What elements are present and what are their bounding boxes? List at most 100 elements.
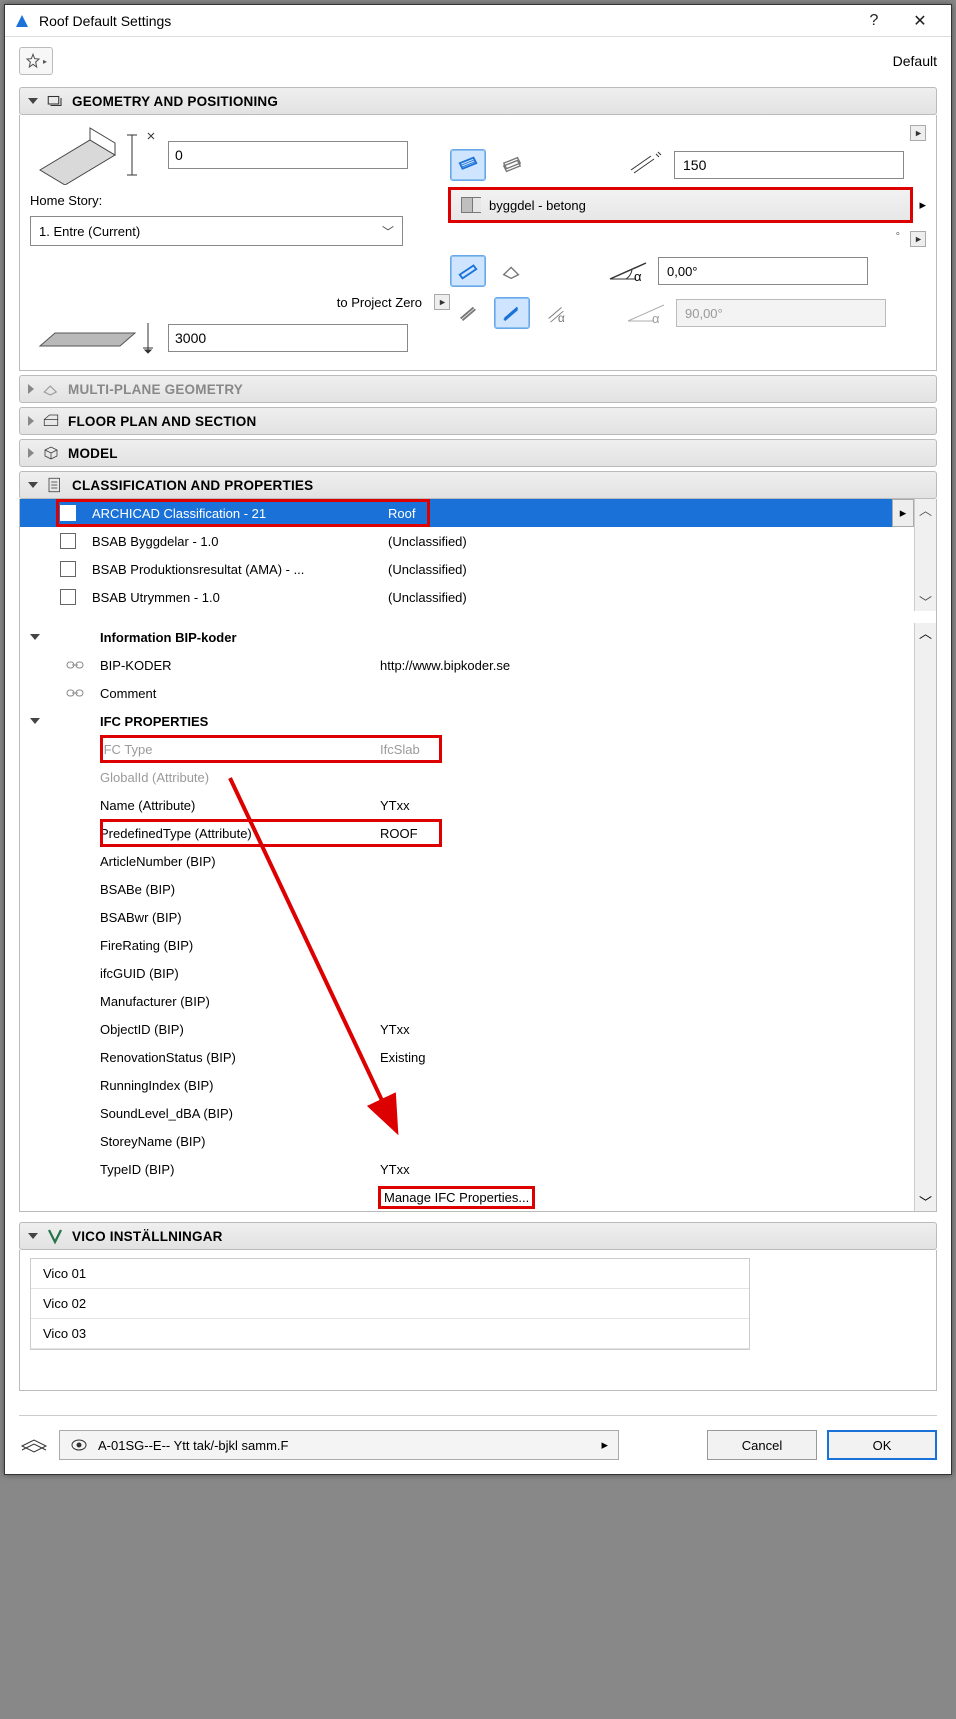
classification-name: BSAB Utrymmen - 1.0 [92, 590, 372, 605]
property-value: - [380, 1106, 912, 1121]
property-row[interactable]: ifcGUID (BIP) [20, 959, 912, 987]
material-label: byggdel - betong [489, 198, 586, 213]
info-group-header[interactable]: Information BIP-koder [20, 623, 912, 651]
checkbox[interactable] [60, 505, 76, 521]
property-row[interactable]: SoundLevel_dBA (BIP)- [20, 1099, 912, 1127]
classification-expand-button[interactable]: ▸ [892, 499, 914, 527]
section-title-vico: VICO INSTÄLLNINGAR [72, 1229, 223, 1244]
scrollbar[interactable]: ︿ ﹀ [914, 623, 936, 1211]
chevron-right-icon: ▸ [601, 1437, 608, 1453]
angle-flyout-button[interactable] [910, 231, 926, 247]
property-row[interactable]: Name (Attribute)YTxx [20, 791, 912, 819]
checkbox[interactable] [60, 561, 76, 577]
section-title-model: MODEL [68, 446, 118, 461]
property-label: TypeID (BIP) [100, 1162, 380, 1177]
chevron-right-icon: ▸ [919, 197, 926, 213]
surface-flyout-button[interactable] [910, 125, 926, 141]
chevron-right-icon [28, 384, 34, 394]
offset-input[interactable] [168, 141, 408, 169]
manage-ifc-row[interactable]: Manage IFC Properties... [20, 1183, 912, 1211]
classification-value: Roof [388, 506, 415, 521]
chevron-right-icon [28, 416, 34, 426]
vico-row[interactable]: Vico 03 [31, 1319, 749, 1349]
pitch-angle-icon: α [606, 257, 650, 285]
default-label: Default [893, 53, 937, 69]
section-header-classification[interactable]: CLASSIFICATION AND PROPERTIES [19, 471, 937, 499]
checkbox[interactable] [60, 533, 76, 549]
material-swatch-icon [461, 197, 481, 213]
cancel-button[interactable]: Cancel [707, 1430, 817, 1460]
property-row[interactable]: BSABe (BIP) [20, 875, 912, 903]
section-header-multiplane[interactable]: MULTI-PLANE GEOMETRY [19, 375, 937, 403]
layer-value: A-01SG--E-- Ytt tak/-bjkl samm.F [98, 1438, 288, 1453]
vico-row[interactable]: Vico 01 [31, 1259, 749, 1289]
property-row[interactable]: Manufacturer (BIP) [20, 987, 912, 1015]
multiplane-icon [42, 380, 60, 398]
pitch-angle-value: 0,00° [667, 264, 698, 279]
edge-custom-button[interactable]: α [538, 297, 574, 329]
checkbox[interactable] [60, 589, 76, 605]
edge-perp-button[interactable] [450, 297, 486, 329]
property-row[interactable]: StoreyName (BIP) [20, 1127, 912, 1155]
section-header-geometry[interactable]: GEOMETRY AND POSITIONING [19, 87, 937, 115]
ok-button[interactable]: OK [827, 1430, 937, 1460]
property-row[interactable]: GlobalId (Attribute) [20, 763, 912, 791]
property-value: YTxx [380, 798, 912, 813]
construction-composite-button[interactable] [494, 149, 530, 181]
property-row[interactable]: PredefinedType (Attribute)ROOF [20, 819, 912, 847]
property-row[interactable]: IFC TypeIfcSlab [20, 735, 912, 763]
property-row[interactable]: TypeID (BIP)YTxx [20, 1155, 912, 1183]
scrollbar[interactable]: ︿ ﹀ [914, 499, 936, 611]
classification-list: ARCHICAD Classification - 21Roof BSAB By… [20, 499, 936, 611]
home-story-select[interactable]: 1. Entre (Current) ﹀ [30, 216, 403, 246]
layer-select[interactable]: A-01SG--E-- Ytt tak/-bjkl samm.F ▸ [59, 1430, 619, 1460]
building-material-select[interactable]: byggdel - betong [450, 189, 911, 221]
reference-flyout-button[interactable] [434, 294, 450, 310]
app-icon [13, 12, 31, 30]
geometry-singleplane-button[interactable] [450, 255, 486, 287]
floorplan-icon [42, 412, 60, 430]
svg-text:α: α [558, 311, 565, 324]
vico-row[interactable]: Vico 02 [31, 1289, 749, 1319]
property-row[interactable]: FireRating (BIP) [20, 931, 912, 959]
properties-list: Information BIP-koder BIP-KODERhttp://ww… [20, 623, 936, 1211]
property-row[interactable]: BIP-KODERhttp://www.bipkoder.se [20, 651, 912, 679]
property-row[interactable]: RenovationStatus (BIP)Existing [20, 1043, 912, 1071]
footer: A-01SG--E-- Ytt tak/-bjkl samm.F ▸ Cance… [19, 1415, 937, 1460]
property-row[interactable]: ArticleNumber (BIP) [20, 847, 912, 875]
construction-basic-button[interactable] [450, 149, 486, 181]
ifc-group-header[interactable]: IFC PROPERTIES [20, 707, 912, 735]
property-value: ROOF [380, 826, 912, 841]
classification-name: BSAB Byggdelar - 1.0 [92, 534, 372, 549]
property-row[interactable]: RunningIndex (BIP) [20, 1071, 912, 1099]
property-label: SoundLevel_dBA (BIP) [100, 1106, 380, 1121]
classification-row[interactable]: BSAB Produktionsresultat (AMA) - ...(Unc… [20, 555, 936, 583]
classification-row[interactable]: ARCHICAD Classification - 21Roof [20, 499, 936, 527]
chevron-down-icon [28, 1233, 38, 1239]
thickness-input[interactable] [674, 151, 904, 179]
favorites-button[interactable]: ▸ [19, 47, 53, 75]
classification-row[interactable]: BSAB Byggdelar - 1.0(Unclassified) [20, 527, 936, 555]
help-button[interactable]: ? [851, 5, 897, 37]
window-title: Roof Default Settings [39, 13, 851, 29]
section-header-floorplan[interactable]: FLOOR PLAN AND SECTION [19, 407, 937, 435]
geometry-multiplane-button[interactable] [494, 255, 530, 287]
absolute-elevation-input[interactable] [168, 324, 408, 352]
property-row[interactable]: Comment [20, 679, 912, 707]
property-value: http://www.bipkoder.se [380, 658, 912, 673]
pitch-angle-input[interactable]: 0,00° [658, 257, 868, 285]
section-header-vico[interactable]: VICO INSTÄLLNINGAR [19, 1222, 937, 1250]
edge-angle-input: 90,00° [676, 299, 886, 327]
close-button[interactable]: ✕ [897, 5, 943, 37]
scroll-up-icon: ︿ [919, 623, 932, 642]
classification-row[interactable]: BSAB Utrymmen - 1.0(Unclassified) [20, 583, 936, 611]
property-value: YTxx [380, 1162, 912, 1177]
geometry-panel: Home Story: 1. Entre (Current) ﹀ to Proj… [19, 115, 937, 371]
property-label: ObjectID (BIP) [100, 1022, 380, 1037]
property-row[interactable]: BSABwr (BIP) [20, 903, 912, 931]
layer-icon [19, 1434, 49, 1456]
section-header-model[interactable]: MODEL [19, 439, 937, 467]
manage-ifc-button[interactable]: Manage IFC Properties... [380, 1188, 533, 1207]
edge-vert-button[interactable] [494, 297, 530, 329]
property-row[interactable]: ObjectID (BIP)YTxx [20, 1015, 912, 1043]
